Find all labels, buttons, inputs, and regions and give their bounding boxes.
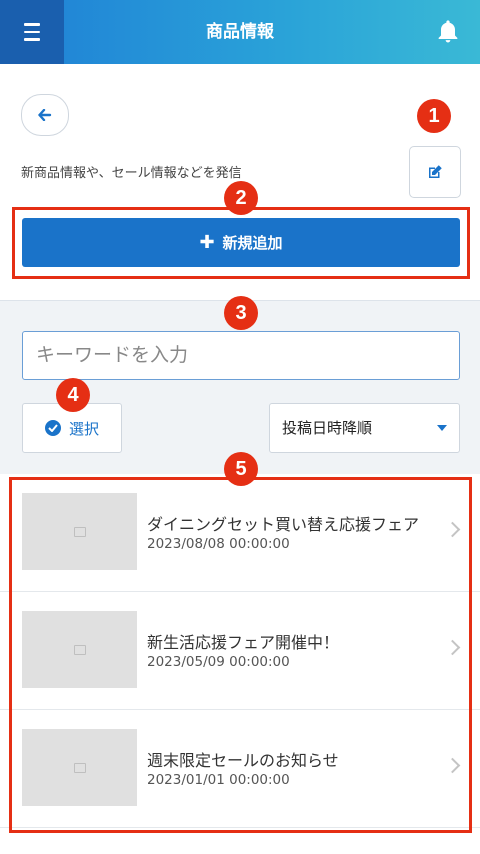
back-button[interactable] [21, 94, 69, 136]
select-label: 選択 [68, 419, 99, 438]
annotation-badge-2: 2 [224, 181, 258, 215]
check-circle-icon [44, 420, 61, 436]
annotation-badge-5: 5 [224, 452, 258, 486]
annotation-frame-add [12, 207, 470, 279]
edit-button[interactable] [409, 146, 461, 198]
annotation-badge-3: 3 [224, 296, 258, 330]
page-description: 新商品情報や、セール情報などを発信 [21, 166, 242, 181]
annotation-badge-1: 1 [417, 99, 451, 133]
sort-value: 投稿日時降順 [282, 419, 373, 437]
annotation-badge-4: 4 [56, 378, 90, 412]
chevron-down-icon [437, 425, 447, 431]
annotation-frame-list [9, 477, 472, 833]
edit-icon [429, 165, 442, 178]
app-header: 商品情報 [0, 0, 480, 64]
bell-icon[interactable] [434, 18, 462, 46]
arrow-left-icon [38, 109, 52, 121]
sort-order-select[interactable]: 投稿日時降順 [269, 403, 460, 453]
page-title: 商品情報 [206, 22, 274, 42]
keyword-search-input[interactable]: キーワードを入力 [22, 331, 460, 380]
